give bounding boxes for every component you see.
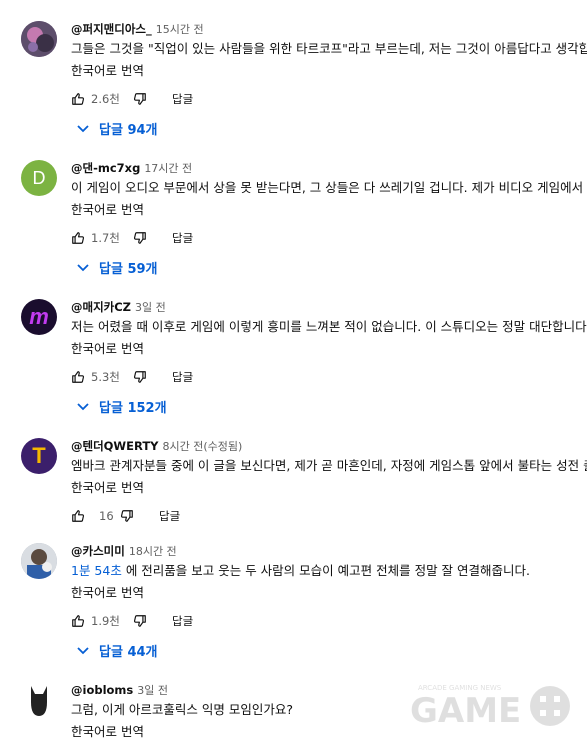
like-button[interactable]: 1.9천 — [71, 611, 120, 631]
like-button[interactable]: 16 — [71, 506, 114, 526]
like-button[interactable]: 5.3천 — [71, 367, 120, 387]
like-count: 5.3천 — [91, 370, 120, 384]
thumbs-down-icon — [133, 232, 146, 244]
view-replies-button[interactable]: 답글 152개 — [77, 397, 167, 416]
reply-button[interactable]: 답글 — [172, 230, 193, 246]
game-logo-icon: ARCADE GAMING NEWS GAME — [410, 684, 570, 731]
like-button[interactable]: 1.7천 — [71, 228, 120, 248]
thumbs-down-icon — [133, 93, 146, 105]
avatar-letter: m — [29, 304, 49, 329]
comment-1: @퍼지맨디아스_ 15시간 전 그들은 그것을 "직업이 있는 사람들을 위한 타… — [0, 21, 587, 141]
like-count: 1.9천 — [91, 614, 120, 628]
thumbs-up-icon — [72, 371, 85, 383]
comment-time[interactable]: 18시간 전 — [129, 545, 177, 558]
chevron-down-icon — [77, 646, 89, 654]
reply-button[interactable]: 답글 — [172, 91, 193, 107]
replies-count: 답글 94개 — [99, 123, 158, 138]
replies-count: 답글 59개 — [99, 262, 158, 277]
avatar[interactable]: m — [21, 299, 57, 335]
translate-link[interactable]: 한국어로 번역 — [71, 62, 587, 80]
author-name[interactable]: @카스미미 — [71, 544, 125, 558]
avatar[interactable]: D — [21, 160, 57, 196]
timestamp-link[interactable]: 1분 54초 — [71, 563, 122, 578]
comment-text: 저는 어렸을 때 이후로 게임에 이렇게 흥미를 느껴본 적이 없습니다. 이 … — [71, 319, 587, 334]
like-count: 2.6천 — [91, 92, 120, 106]
avatar-image-icon — [21, 682, 57, 718]
comment-text: 1분 54초 에 전리품을 보고 웃는 두 사람의 모습이 예고편 전체를 정말… — [71, 562, 587, 580]
replies-count: 답글 44개 — [99, 645, 158, 660]
chevron-down-icon — [77, 124, 89, 132]
thumbs-up-icon — [72, 232, 85, 244]
avatar[interactable] — [21, 682, 57, 718]
comment-time[interactable]: 17시간 전 — [144, 162, 192, 175]
chevron-down-icon — [77, 263, 89, 271]
chevron-down-icon — [77, 402, 89, 410]
author-name[interactable]: @매지카CZ — [71, 300, 131, 314]
comment-text: 그들은 그것을 "직업이 있는 사람들을 위한 타르코프"라고 부르는데, 저는… — [71, 41, 587, 56]
avatar-image-icon — [21, 543, 57, 579]
view-replies-button[interactable]: 답글 94개 — [77, 119, 158, 138]
reply-button[interactable]: 답글 — [172, 613, 193, 629]
thumbs-up-icon — [72, 615, 85, 627]
like-count: 1.7천 — [91, 231, 120, 245]
watermark-logo: ARCADE GAMING NEWS GAME — [410, 678, 575, 731]
avatar[interactable] — [21, 21, 57, 57]
replies-count: 답글 152개 — [99, 401, 167, 416]
comment-text: 엠바크 관계자분들 중에 이 글을 보신다면, 제가 곧 마흔인데, 자정에 게… — [71, 458, 587, 473]
avatar-letter: T — [32, 443, 46, 468]
thumbs-up-icon — [72, 510, 85, 522]
comment-5: @카스미미 18시간 전 1분 54초 에 전리품을 보고 웃는 두 사람의 모습… — [0, 543, 587, 663]
author-name[interactable]: @퍼지맨디아스_ — [71, 22, 152, 36]
like-button[interactable]: 2.6천 — [71, 89, 120, 109]
comment-time[interactable]: 8시간 전(수정됨) — [163, 440, 243, 453]
author-name[interactable]: @텐더QWERTY — [71, 439, 159, 453]
thumbs-down-icon — [133, 615, 146, 627]
reply-button[interactable]: 답글 — [159, 508, 180, 524]
comment-time[interactable]: 3일 전 — [137, 684, 168, 697]
view-replies-button[interactable]: 답글 44개 — [77, 641, 158, 660]
watermark-title: GAME — [410, 691, 521, 730]
dislike-button[interactable] — [133, 367, 147, 387]
avatar[interactable] — [21, 543, 57, 579]
thumbs-down-icon — [120, 510, 133, 522]
translate-link[interactable]: 한국어로 번역 — [71, 479, 587, 497]
comment-text: 이 게임이 오디오 부문에서 상을 못 받는다면, 그 상들은 다 쓰레기일 겁… — [71, 180, 587, 195]
author-name[interactable]: @iobloms — [71, 683, 133, 697]
dislike-button[interactable] — [133, 89, 147, 109]
comment-2: D @댄-mc7xg 17시간 전 이 게임이 오디오 부문에서 상을 못 받는다… — [0, 160, 587, 280]
translate-link[interactable]: 한국어로 번역 — [71, 201, 587, 219]
avatar-image-icon — [21, 21, 57, 57]
translate-link[interactable]: 한국어로 번역 — [71, 584, 587, 602]
view-replies-button[interactable]: 답글 59개 — [77, 258, 158, 277]
avatar[interactable]: T — [21, 438, 57, 474]
reply-button[interactable]: 답글 — [172, 369, 193, 385]
avatar-letter: D — [32, 167, 46, 188]
comment-time[interactable]: 15시간 전 — [156, 23, 204, 36]
dislike-button[interactable] — [133, 611, 147, 631]
comment-4: T @텐더QWERTY 8시간 전(수정됨) 엠바크 관계자분들 중에 이 글을 … — [0, 438, 587, 528]
dislike-button[interactable] — [133, 228, 147, 248]
comment-text-body: 에 전리품을 보고 웃는 두 사람의 모습이 예고편 전체를 정말 잘 연결해줍… — [121, 563, 530, 578]
dislike-button[interactable] — [120, 506, 134, 526]
author-name[interactable]: @댄-mc7xg — [71, 161, 140, 175]
comment-time[interactable]: 3일 전 — [135, 301, 166, 314]
thumbs-up-icon — [72, 93, 85, 105]
like-count: 16 — [99, 509, 114, 523]
translate-link[interactable]: 한국어로 번역 — [71, 340, 587, 358]
comment-3: m @매지카CZ 3일 전 저는 어렸을 때 이후로 게임에 이렇게 흥미를 느껴… — [0, 299, 587, 419]
thumbs-down-icon — [133, 371, 146, 383]
